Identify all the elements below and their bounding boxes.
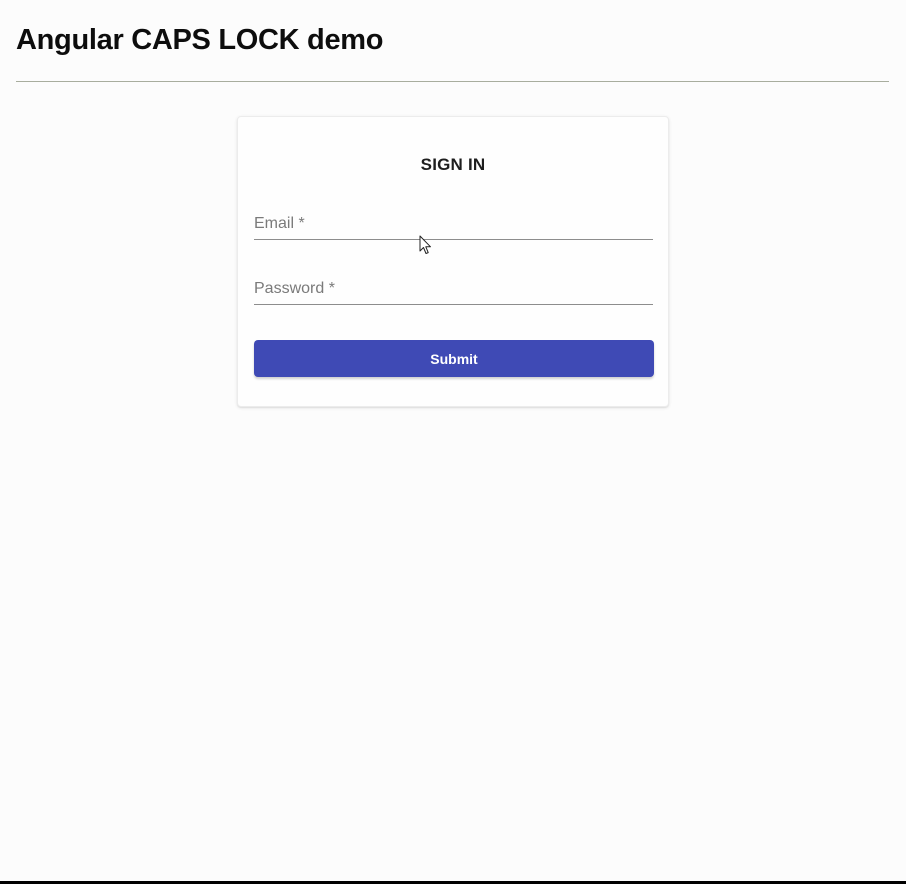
signin-title: SIGN IN (420, 155, 486, 174)
email-field[interactable]: Email * (254, 209, 653, 240)
page-title: Angular CAPS LOCK demo (16, 24, 384, 56)
mouse-pointer-icon (419, 235, 431, 254)
password-input[interactable] (254, 274, 653, 304)
password-field[interactable]: Password * (254, 274, 653, 305)
submit-button[interactable]: Submit (254, 340, 654, 377)
app-header: Angular CAPS LOCK demo (16, 0, 889, 82)
email-input[interactable] (254, 209, 653, 239)
signin-card: SIGN IN Email * Password * Submit (237, 116, 669, 407)
